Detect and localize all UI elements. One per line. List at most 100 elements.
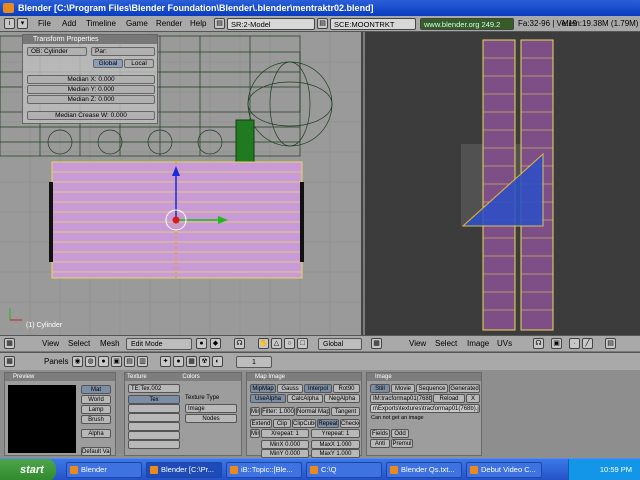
mipmap-toggle[interactable]: MipMap [250,384,276,393]
orientation-select[interactable]: Global [318,338,362,350]
hand-icon[interactable]: ✋ [258,338,269,349]
draw-type-icon[interactable]: ● [196,338,207,349]
sequence-toggle[interactable]: Sequence [416,384,448,393]
maxy-field[interactable]: MaxY 1.000 [311,449,360,458]
uv-menu-view[interactable]: View [409,338,426,350]
uv-editor-type-icon[interactable]: ▦ [371,338,382,349]
filter-min-button[interactable]: Min [250,407,260,416]
fields-toggle[interactable]: Fields [370,429,390,438]
gauss-toggle[interactable]: Gauss [277,384,303,393]
scene-context-icon[interactable]: ▥ [137,356,148,367]
uv-layout[interactable] [365,32,640,335]
normal-map-toggle[interactable]: Normal Map [296,407,330,416]
xrepeat-field[interactable]: Xrepeat: 1 [261,429,309,438]
interpol-toggle[interactable]: Interpol [304,384,332,393]
image-name-field[interactable]: IM:tracformap01(768b).jp [370,394,432,403]
still-toggle[interactable]: Still [370,384,390,393]
filter-field[interactable]: Filter: 1.000 [261,407,295,416]
median-z-field[interactable]: Median Z: 0.000 [27,95,155,104]
menu-view[interactable]: View [42,338,59,350]
uv-menu-select[interactable]: Select [435,338,457,350]
transform-properties-panel[interactable]: Transform Properties OB: Cylinder Par: G… [22,34,158,124]
editor-type-icon[interactable]: ▦ [4,338,15,349]
preview-world-button[interactable]: World [81,395,111,404]
logic-context-icon[interactable]: ◉ [72,356,83,367]
task-blender-1[interactable]: Blender [66,462,142,478]
median-crease-field[interactable]: Median Crease W: 0.000 [27,111,155,120]
object-name-field[interactable]: OB: Cylinder [27,47,87,56]
uv-menu-uvs[interactable]: UVs [497,338,512,350]
image-path-field[interactable]: n\Exports\textures\tracformap01(768b).jp… [370,404,480,413]
uv-image-editor[interactable] [365,32,640,335]
mode-select[interactable]: Edit Mode [126,338,192,350]
uv-sync-icon[interactable]: ▣ [551,338,562,349]
window-type-icon[interactable]: ▾ [17,18,28,29]
minx-field[interactable]: MinX 0.000 [261,440,309,449]
uv-pivot-icon[interactable]: ☊ [533,338,544,349]
menu-timeline[interactable]: Timeline [86,18,116,30]
task-blender-2[interactable]: Blender [C:\Pr... [146,462,222,478]
texture-slot-5[interactable] [128,431,180,440]
miny-field[interactable]: MinY 0.000 [261,449,309,458]
default-vars-button[interactable]: Default Vars [81,447,111,456]
anti-toggle[interactable]: Anti [370,439,390,448]
task-ib-topic[interactable]: iB::Topic::[Ble... [226,462,302,478]
nodes-button[interactable]: Nodes [185,414,237,423]
frame-field[interactable]: 1 [236,356,272,368]
translate-icon[interactable]: △ [271,338,282,349]
pivot-icon[interactable]: ◆ [210,338,221,349]
clock[interactable]: 10:59 PM [600,465,632,474]
texture-slot-tex[interactable]: Tex [128,395,180,404]
reload-button[interactable]: Reload [433,394,465,403]
script-context-icon[interactable]: ◍ [85,356,96,367]
screen-field[interactable]: SR:2-Model [227,18,315,30]
yrepeat-field[interactable]: Yrepeat: 1 [311,429,360,438]
manipulator-icon[interactable]: ☊ [234,338,245,349]
extend-option[interactable]: Extend [250,419,272,428]
global-toggle[interactable]: Global [93,59,123,68]
parent-field[interactable]: Par: [91,47,155,56]
uv-lock-icon[interactable]: ▤ [605,338,616,349]
preview-mat-button[interactable]: Mat [81,385,111,394]
negalpha-toggle[interactable]: NegAlpha [324,394,360,403]
generated-toggle[interactable]: Generated [449,384,480,393]
menu-select[interactable]: Select [68,338,90,350]
task-folder[interactable]: C:\Q [306,462,382,478]
texture-slot-3[interactable] [128,413,180,422]
tangent-select[interactable]: Tangent [331,407,360,416]
scale-icon[interactable]: □ [297,338,308,349]
texture-slot-4[interactable] [128,422,180,431]
premul-toggle[interactable]: Premul [391,439,413,448]
maxx-field[interactable]: MaxX 1.000 [311,440,360,449]
repeat-min-button[interactable]: Min [250,429,260,438]
uv-menu-image[interactable]: Image [467,338,489,350]
info-icon[interactable]: i [4,18,15,29]
start-button[interactable]: start [0,459,56,480]
scene-browse-icon[interactable]: ▤ [317,18,328,29]
screen-browse-icon[interactable]: ▤ [214,18,225,29]
menu-render[interactable]: Render [156,18,182,30]
usealpha-toggle[interactable]: UseAlpha [250,394,286,403]
task-debut[interactable]: Debut Video C... [466,462,542,478]
radiosity-icon[interactable]: ☢ [199,356,210,367]
scene-field[interactable]: SCE:MOONTRKT [330,18,416,30]
unlink-image-button[interactable]: X [466,394,480,403]
rotate-icon[interactable]: ○ [284,338,295,349]
tab-colors[interactable]: Colors [182,374,199,380]
calcalpha-toggle[interactable]: CalcAlpha [287,394,323,403]
texture-type-select[interactable]: Image [185,404,237,413]
menu-add[interactable]: Add [62,18,76,30]
median-y-field[interactable]: Median Y: 0.000 [27,85,155,94]
texture-shading-icon[interactable]: ▦ [186,356,197,367]
clipcube-option[interactable]: ClipCube [292,419,316,428]
texture-name-field[interactable]: TE:Tex.002 [128,384,180,393]
preview-alpha-button[interactable]: Alpha [81,429,111,438]
world-shading-icon[interactable]: ◐ [212,356,223,367]
local-toggle[interactable]: Local [124,59,154,68]
repeat-option[interactable]: Repeat [317,419,339,428]
editing-context-icon[interactable]: ▤ [124,356,135,367]
clip-option[interactable]: Clip [273,419,291,428]
blender-url-link[interactable]: www.blender.org 249.2 [420,18,514,30]
uv-edge-icon[interactable]: ╱ [582,338,593,349]
movie-toggle[interactable]: Movie [391,384,415,393]
